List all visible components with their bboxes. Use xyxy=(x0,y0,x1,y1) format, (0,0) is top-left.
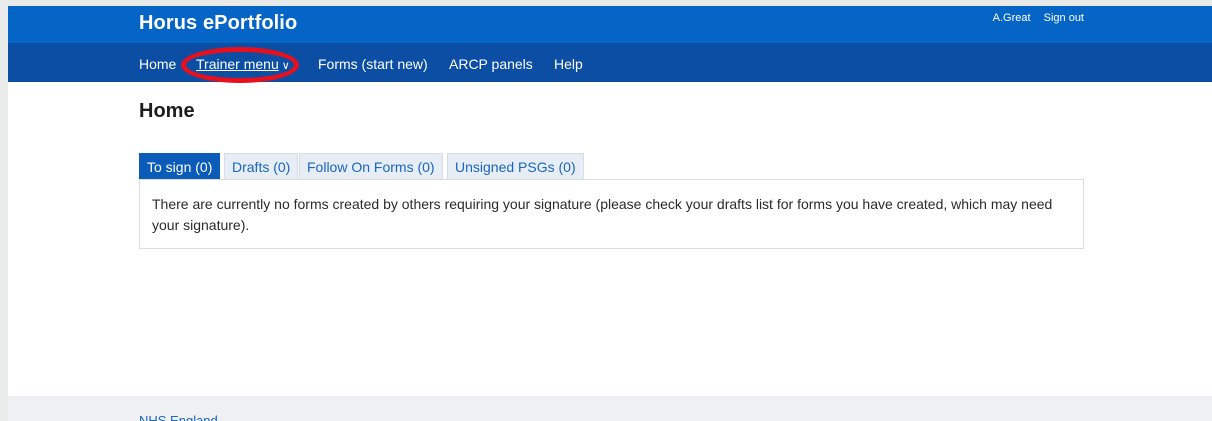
brand-title[interactable]: Horus ePortfolio xyxy=(139,12,297,35)
main-nav: Home Trainer menu ∨ Forms (start new) ARC… xyxy=(8,43,1212,83)
nav-help[interactable]: Help xyxy=(554,56,583,72)
user-links: A.Great Sign out xyxy=(983,12,1084,24)
empty-state-message: There are currently no forms created by … xyxy=(152,196,1053,233)
chevron-down-icon: ∨ xyxy=(281,60,290,72)
page-title: Home xyxy=(139,100,195,122)
footer-link-nhs-england[interactable]: NHS England xyxy=(139,413,218,421)
nav-arcp-panels[interactable]: ARCP panels xyxy=(449,56,533,72)
tab-to-sign[interactable]: To sign (0) xyxy=(139,153,221,179)
nav-forms-start-new[interactable]: Forms (start new) xyxy=(318,56,428,72)
tab-unsigned-psgs[interactable]: Unsigned PSGs (0) xyxy=(447,153,584,179)
footer: NHS England xyxy=(8,396,1212,421)
nav-trainer-menu[interactable]: Trainer menu ∨ xyxy=(196,56,290,72)
sign-out-link[interactable]: Sign out xyxy=(1044,12,1084,24)
user-name-link[interactable]: A.Great xyxy=(993,12,1031,24)
browser-page: Horus ePortfolio A.Great Sign out Home T… xyxy=(8,6,1212,421)
tab-panel: There are currently no forms created by … xyxy=(139,179,1084,249)
tab-follow-on-forms[interactable]: Follow On Forms (0) xyxy=(299,153,443,179)
tab-drafts[interactable]: Drafts (0) xyxy=(224,153,299,179)
nav-home[interactable]: Home xyxy=(139,56,176,72)
nav-trainer-menu-label: Trainer menu xyxy=(196,56,279,72)
top-header-bar: Horus ePortfolio A.Great Sign out xyxy=(8,6,1212,43)
